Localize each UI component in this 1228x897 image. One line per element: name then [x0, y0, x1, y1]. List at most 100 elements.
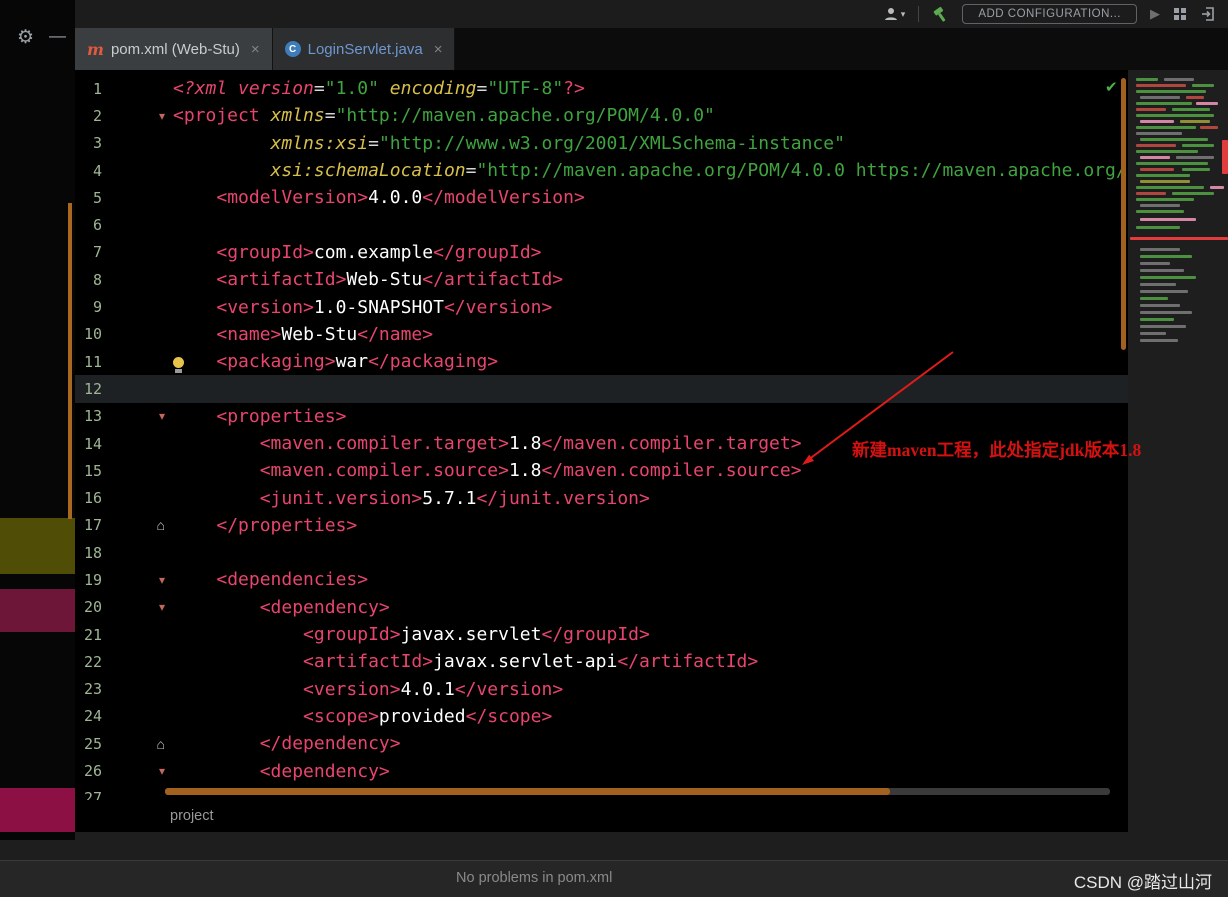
code-text: <dependency> [259, 596, 390, 618]
line-number: 19 [83, 570, 102, 589]
user-account-icon[interactable]: ▾ [883, 6, 906, 22]
code-line-10[interactable]: 10 <name>Web-Stu</name> [75, 321, 1128, 348]
intention-bulb-icon[interactable] [172, 357, 184, 374]
fold-collapse-icon[interactable]: ▾ [102, 574, 173, 586]
line-number: 7 [92, 243, 102, 262]
exit-icon[interactable] [1200, 6, 1216, 22]
minimap-mark [1136, 132, 1182, 135]
editor-tab-2[interactable]: C LoginServlet.java × [272, 28, 456, 70]
status-bar: No problems in pom.xml CSDN @踏过山河 [0, 860, 1228, 897]
code-line-20[interactable]: 20 ▾ <dependency> [75, 594, 1128, 621]
code-text: <properties> [216, 405, 347, 427]
code-line-4[interactable]: 4 xsi:schemaLocation="http://maven.apach… [75, 157, 1128, 184]
line-number: 13 [83, 407, 102, 426]
code-line-14[interactable]: 14 <maven.compiler.target>1.8</maven.com… [75, 430, 1128, 457]
code-line-15[interactable]: 15 <maven.compiler.source>1.8</maven.com… [75, 457, 1128, 484]
code-line-26[interactable]: 26 ▾ <dependency> [75, 757, 1128, 784]
code-line-11[interactable]: 11 <packaging>war</packaging> [75, 348, 1128, 375]
left-strip-block-olive [0, 518, 75, 574]
editor-tab-1[interactable]: m pom.xml (Web-Stu) × [75, 28, 273, 70]
minimap-mark [1140, 96, 1180, 99]
gear-icon[interactable]: ⚙ [17, 26, 34, 49]
code-line-9[interactable]: 9 <version>1.0-SNAPSHOT</version> [75, 293, 1128, 320]
scroll-minimap[interactable] [1128, 70, 1228, 800]
line-number: 18 [83, 543, 102, 562]
line-number: 3 [92, 134, 102, 153]
code-text: <junit.version>5.7.1</junit.version> [259, 487, 650, 509]
minimap-mark [1136, 102, 1192, 105]
bulb-glass [172, 357, 184, 368]
minimap-mark [1192, 84, 1214, 87]
code-text: xmlns:xsi="http://www.w3.org/2001/XMLSch… [270, 132, 845, 154]
minimap-mark [1136, 114, 1214, 117]
minimap-mark [1136, 162, 1208, 165]
line-number: 16 [83, 489, 102, 508]
dropdown-caret-icon: ▾ [900, 8, 906, 19]
code-line-3[interactable]: 3 xmlns:xsi="http://www.w3.org/2001/XMLS… [75, 130, 1128, 157]
services-grid-icon[interactable] [1173, 7, 1187, 21]
code-line-8[interactable]: 8 <artifactId>Web-Stu</artifactId> [75, 266, 1128, 293]
code-line-1[interactable]: 1 <?xml version="1.0" encoding="UTF-8"?> [75, 75, 1128, 102]
line-number: 15 [83, 461, 102, 480]
minimize-icon[interactable]: — [49, 26, 66, 46]
code-line-7[interactable]: 7 <groupId>com.example</groupId> [75, 239, 1128, 266]
code-line-12[interactable]: 12 [75, 375, 1128, 403]
fold-end-icon[interactable]: ⌂ [102, 737, 173, 751]
minimap-mark [1140, 339, 1178, 342]
code-line-25[interactable]: 25 ⌂ </dependency> [75, 730, 1128, 757]
fold-collapse-icon[interactable]: ▾ [102, 410, 173, 422]
minimap-mark [1140, 248, 1180, 251]
minimap-mark [1136, 126, 1196, 129]
minimap-mark [1140, 255, 1192, 258]
code-line-5[interactable]: 5 <modelVersion>4.0.0</modelVersion> [75, 184, 1128, 211]
minimap-mark [1196, 102, 1218, 105]
minimap-mark [1176, 156, 1214, 159]
minimap-mark [1140, 297, 1168, 300]
code-text: <artifactId>javax.servlet-api</artifactI… [303, 651, 759, 673]
minimap-mark [1210, 186, 1224, 189]
build-hammer-icon[interactable] [932, 6, 949, 23]
line-number: 8 [92, 270, 102, 289]
code-text: <project xmlns="http://maven.apache.org/… [173, 105, 715, 127]
minimap-mark [1136, 84, 1186, 87]
code-line-16[interactable]: 16 <junit.version>5.7.1</junit.version> [75, 484, 1128, 511]
code-line-13[interactable]: 13 ▾ <properties> [75, 403, 1128, 430]
code-text: <scope>provided</scope> [303, 705, 553, 727]
minimap-mark [1136, 108, 1166, 111]
code-line-24[interactable]: 24 <scope>provided</scope> [75, 703, 1128, 730]
minimap-mark [1140, 325, 1186, 328]
line-number: 20 [83, 598, 102, 617]
code-line-23[interactable]: 23 <version>4.0.1</version> [75, 676, 1128, 703]
code-line-22[interactable]: 22 <artifactId>javax.servlet-api</artifa… [75, 648, 1128, 675]
minimap-mark [1130, 237, 1228, 240]
minimap-mark [1140, 262, 1170, 265]
line-number: 26 [83, 762, 102, 781]
left-strip-block-maroon-bottom [0, 788, 75, 832]
add-configuration-button[interactable]: ADD CONFIGURATION... [962, 4, 1137, 24]
minimap-mark [1182, 168, 1210, 171]
vertical-scrollbar-thumb[interactable] [1121, 78, 1126, 350]
code-line-19[interactable]: 19 ▾ <dependencies> [75, 566, 1128, 593]
code-line-17[interactable]: 17 ⌂ </properties> [75, 512, 1128, 539]
fold-end-icon[interactable]: ⌂ [102, 518, 173, 532]
fold-collapse-icon[interactable]: ▾ [102, 110, 173, 122]
fold-collapse-icon[interactable]: ▾ [102, 765, 173, 777]
minimap-mark [1136, 226, 1180, 229]
code-text: <maven.compiler.target>1.8</maven.compil… [259, 433, 802, 454]
close-tab-icon[interactable]: × [434, 41, 443, 58]
line-number: 12 [83, 379, 102, 398]
code-line-21[interactable]: 21 <groupId>javax.servlet</groupId> [75, 621, 1128, 648]
code-line-6[interactable]: 6 [75, 211, 1128, 238]
horizontal-scrollbar-thumb[interactable] [165, 788, 890, 795]
bulb-base [174, 369, 182, 373]
breadcrumb-item-project[interactable]: project [170, 808, 214, 824]
code-line-18[interactable]: 18 [75, 539, 1128, 566]
code-text: <groupId>javax.servlet</groupId> [303, 624, 650, 646]
code-editor[interactable]: 1 <?xml version="1.0" encoding="UTF-8"?> 2… [75, 70, 1128, 800]
close-tab-icon[interactable]: × [251, 41, 260, 58]
run-button[interactable]: ▶ [1150, 6, 1160, 22]
fold-collapse-icon[interactable]: ▾ [102, 601, 173, 613]
watermark-text: CSDN @踏过山河 [1073, 873, 1212, 892]
minimap-mark [1172, 192, 1214, 195]
code-line-2[interactable]: 2 ▾ <project xmlns="http://maven.apache.or… [75, 102, 1128, 129]
